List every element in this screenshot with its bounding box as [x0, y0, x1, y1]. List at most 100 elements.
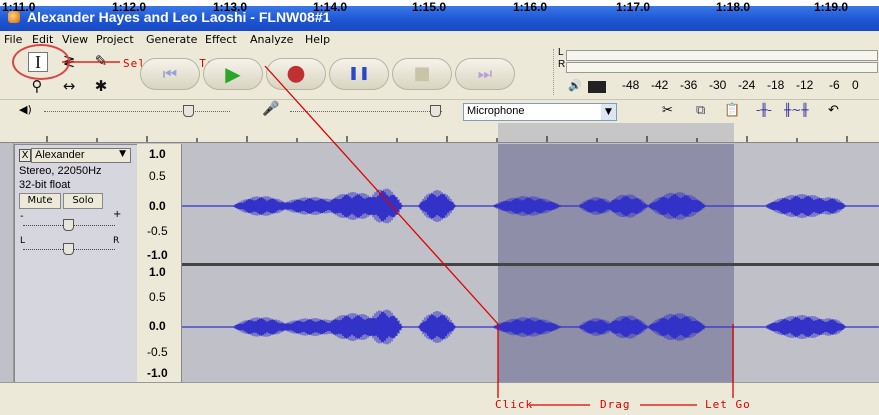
menu-help[interactable]: Help	[305, 33, 330, 46]
pause-icon: ❚❚	[348, 66, 370, 81]
meter-scale: -48 -42 -36 -30 -24 -18 -12 -6 0	[622, 78, 877, 94]
paste-icon[interactable]: 📋	[724, 103, 740, 118]
skip-start-icon: ⏮	[162, 64, 178, 83]
microphone-icon: 🎤	[262, 101, 280, 117]
amp-label: 0.5	[149, 290, 166, 304]
pan-slider-thumb[interactable]	[63, 243, 74, 255]
track-name: Alexander	[35, 149, 85, 161]
toolbar-divider	[0, 99, 879, 100]
meter-tick: -42	[651, 78, 669, 92]
ruler-tick: 1:18.0	[716, 0, 751, 14]
ruler-tick: 1:12.0	[112, 0, 147, 14]
amp-label: -1.0	[147, 248, 168, 262]
copy-icon[interactable]: ⧉	[696, 103, 705, 118]
track-format: Stereo, 22050Hz	[19, 165, 102, 177]
ruler-tick: 1:13.0	[213, 0, 248, 14]
skip-end-icon: ⏭	[477, 64, 493, 83]
stop-icon: ■	[413, 63, 431, 84]
speaker-icon[interactable]: 🔊	[568, 79, 582, 92]
amp-label: -1.0	[147, 366, 168, 380]
meter-tick: -6	[829, 78, 840, 92]
input-volume-slider[interactable]	[290, 111, 442, 113]
ruler-tick: 1:16.0	[513, 0, 548, 14]
highlight-circle	[12, 44, 70, 80]
output-volume-slider[interactable]	[44, 111, 230, 113]
input-source-select[interactable]: Microphone ▼	[463, 103, 617, 121]
let-go-annotation: Let Go	[705, 398, 751, 411]
input-volume-thumb[interactable]	[430, 105, 441, 117]
meter-bar-left	[566, 50, 878, 61]
track-left-strip	[0, 143, 14, 395]
undo-icon[interactable]: ↶	[828, 103, 839, 118]
menu-analyze[interactable]: Analyze	[250, 33, 293, 46]
window-title: Alexander Hayes and Leo Laoshi - FLNW08#…	[27, 9, 331, 25]
meter-tick: -30	[709, 78, 727, 92]
timeline-ruler[interactable]	[0, 123, 879, 143]
menu-effect[interactable]: Effect	[205, 33, 237, 46]
pause-button[interactable]: ❚❚	[329, 58, 389, 90]
amp-label: 1.0	[149, 265, 166, 279]
timeshift-tool-icon[interactable]: ↔	[60, 77, 78, 95]
amp-label: 1.0	[149, 147, 166, 161]
meter-tick: -12	[796, 78, 814, 92]
meter-tick: -18	[767, 78, 785, 92]
record-icon: ●	[286, 61, 306, 86]
meter-left-label: L	[558, 47, 564, 58]
amp-label: 0.5	[149, 169, 166, 183]
pan-left-label: L	[20, 236, 26, 246]
ruler-tick: 1:19.0	[814, 0, 849, 14]
ruler-tick: 1:14.0	[313, 0, 348, 14]
menu-bar: File Edit View Project Generate Effect A…	[0, 31, 879, 48]
cut-icon[interactable]: ✂	[662, 103, 673, 118]
gain-minus-label: -	[20, 211, 24, 222]
input-source-value: Microphone	[467, 105, 525, 117]
ruler-tick: 1:11.0	[2, 0, 36, 14]
track-name-menu[interactable]: Alexander ▼	[31, 148, 131, 163]
track-bit-depth: 32-bit float	[19, 179, 71, 191]
stop-button[interactable]: ■	[392, 58, 452, 90]
gain-slider-thumb[interactable]	[63, 219, 74, 231]
meter-menu-button[interactable]	[588, 81, 606, 93]
draw-tool-icon[interactable]: ✎	[92, 52, 110, 70]
multi-tool-icon[interactable]: ✱	[92, 77, 110, 95]
chevron-down-icon: ▼	[119, 149, 126, 159]
menu-view[interactable]: View	[62, 33, 88, 46]
waveform-left-channel	[182, 188, 879, 224]
gain-plus-label: +	[113, 209, 122, 220]
meter-tick: 0	[852, 78, 859, 92]
mute-button[interactable]: Mute	[19, 193, 61, 209]
menu-generate[interactable]: Generate	[146, 33, 197, 46]
chevron-down-icon: ▼	[601, 104, 616, 120]
silence-icon[interactable]: ╫~╫	[784, 103, 809, 117]
amp-label: 0.0	[149, 319, 166, 333]
output-volume-thumb[interactable]	[183, 105, 194, 117]
solo-button[interactable]: Solo	[63, 193, 103, 209]
skip-start-button[interactable]: ⏮	[140, 58, 200, 90]
ruler-tick: 1:15.0	[412, 0, 447, 14]
ruler-selection	[498, 123, 734, 142]
toolbar-grip	[553, 49, 556, 95]
meter-right-label: R	[558, 59, 566, 70]
track-control-panel: X Alexander ▼ Stereo, 22050Hz 32-bit flo…	[14, 144, 138, 384]
close-icon[interactable]: X	[19, 149, 31, 162]
amp-label: 0.0	[149, 199, 166, 213]
drag-annotation: Drag	[600, 398, 631, 411]
pan-right-label: R	[113, 236, 120, 246]
amplitude-ruler: 1.0 0.5 0.0 -0.5 -1.0 1.0 0.5 0.0 -0.5 -…	[137, 144, 182, 382]
skip-end-button[interactable]: ⏭	[455, 58, 515, 90]
waveform-right-channel	[182, 309, 879, 345]
play-icon: ▶	[225, 62, 241, 86]
menu-file[interactable]: File	[4, 33, 22, 46]
edit-toolbar: ✂ ⧉ 📋 -╫- ╫~╫ ↶	[660, 101, 878, 121]
meter-tick: -48	[622, 78, 640, 92]
output-volume-icon: ◀)	[19, 103, 32, 116]
menu-project[interactable]: Project	[96, 33, 134, 46]
amp-label: -0.5	[147, 345, 168, 359]
amp-label: -0.5	[147, 224, 168, 238]
channel-divider	[182, 263, 879, 266]
ruler-tick: 1:17.0	[616, 0, 651, 14]
meter-bar-right	[566, 62, 878, 73]
trim-icon[interactable]: -╫-	[756, 103, 772, 117]
play-button[interactable]: ▶	[203, 58, 263, 90]
record-button[interactable]: ●	[266, 58, 326, 90]
